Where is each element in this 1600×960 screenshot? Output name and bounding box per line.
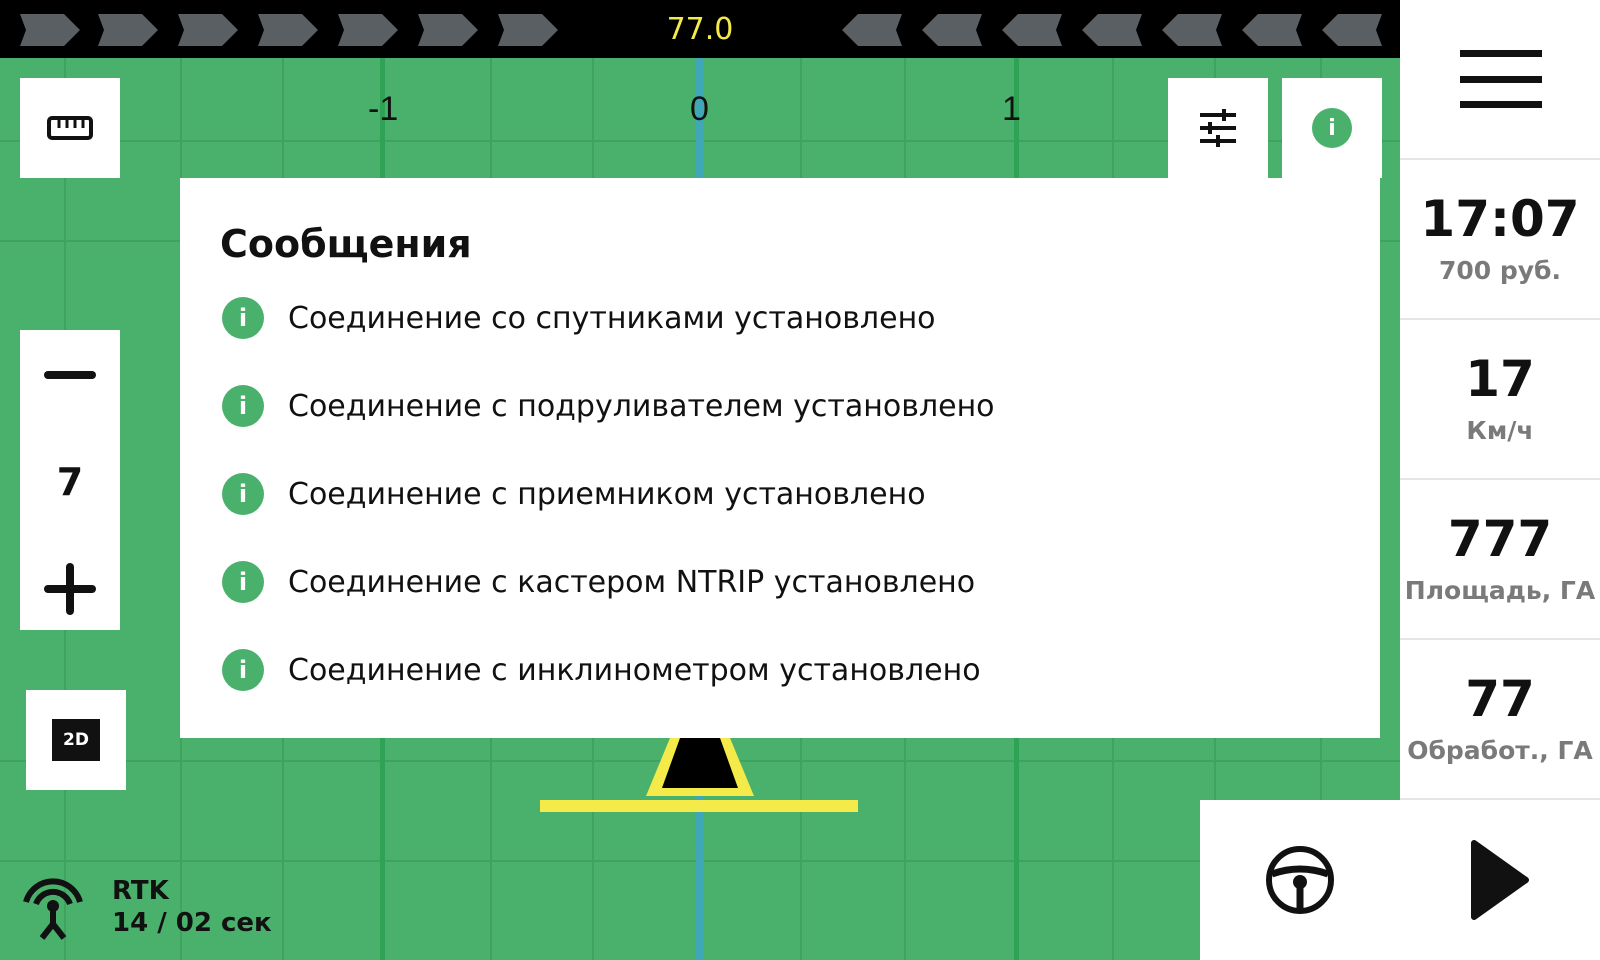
chevron-left-icon [1320, 12, 1382, 48]
gps-text: RTK 14 / 02 сек [112, 875, 272, 939]
info-button[interactable]: i [1282, 78, 1382, 178]
processed-value: 77 [1465, 670, 1535, 728]
message-text: Соединение с кастером NTRIP установлено [288, 564, 976, 600]
area-value: 777 [1447, 510, 1553, 568]
time-cell: 17:07 700 руб. [1400, 158, 1600, 318]
settings-button[interactable] [1168, 78, 1268, 178]
message-text: Соединение со спутниками установлено [288, 300, 936, 336]
chevron-right-icon [338, 12, 400, 48]
time-value: 17:07 [1420, 190, 1580, 248]
info-icon: i [1312, 108, 1352, 148]
chevron-left-icon [1240, 12, 1302, 48]
chevron-left-icon [1160, 12, 1222, 48]
scale-label: 0 [690, 90, 709, 128]
info-icon: i [222, 297, 264, 339]
area-cell: 777 Площадь, ГА [1400, 478, 1600, 638]
chevron-right-icon [20, 12, 82, 48]
processed-unit: Обработ., ГА [1407, 736, 1593, 765]
lightbar: 77.0 [0, 0, 1400, 58]
processed-cell: 77 Обработ., ГА [1400, 638, 1600, 798]
speed-value: 17 [1465, 350, 1535, 408]
antenna-icon [23, 878, 83, 940]
autosteer-button[interactable] [1200, 800, 1400, 960]
view-mode-button[interactable]: 2D [26, 690, 126, 790]
zoom-out-button[interactable] [43, 348, 97, 402]
chevron-right-icon [418, 12, 480, 48]
scale-label: 1 [1002, 90, 1021, 128]
speed-cell: 17 Км/ч [1400, 318, 1600, 478]
message-text: Соединение с инклинометром установлено [288, 652, 981, 688]
sidebar: 17:07 700 руб. 17 Км/ч 777 Площадь, ГА 7… [1400, 0, 1600, 960]
tractor-marker [540, 738, 858, 812]
message-item: i Соединение с инклинометром установлено [222, 648, 981, 692]
chevron-left-icon [1000, 12, 1062, 48]
sliders-icon [1200, 109, 1236, 147]
area-unit: Площадь, ГА [1404, 576, 1596, 605]
message-item: i Соединение с подруливателем установлен… [222, 384, 995, 428]
ruler-icon [47, 116, 93, 140]
minus-icon [44, 371, 96, 379]
messages-panel: Сообщения i Соединение со спутниками уст… [180, 178, 1380, 738]
scale-label: -1 [368, 90, 399, 128]
messages-title: Сообщения [220, 222, 472, 266]
chevron-left-icon [920, 12, 982, 48]
chevron-right-icon [98, 12, 160, 48]
hamburger-icon[interactable] [1460, 50, 1542, 108]
gps-status: RTK 14 / 02 сек [18, 872, 272, 942]
zoom-in-button[interactable] [43, 562, 97, 616]
heading-readout: 77.0 [666, 12, 734, 47]
message-item: i Соединение с приемником установлено [222, 472, 926, 516]
gps-satellites: 14 / 02 сек [112, 908, 272, 938]
zoom-level: 7 [56, 460, 84, 504]
info-icon: i [222, 473, 264, 515]
steering-wheel-icon [1266, 846, 1334, 914]
zoom-control: 7 [20, 330, 120, 630]
play-button[interactable] [1400, 798, 1600, 960]
chevron-left-icon [840, 12, 902, 48]
message-text: Соединение с подруливателем установлено [288, 388, 995, 424]
message-item: i Соединение со спутниками установлено [222, 296, 936, 340]
info-icon: i [222, 561, 264, 603]
info-icon: i [222, 649, 264, 691]
view-mode-label: 2D [52, 719, 100, 761]
app-screen: 77.0 -1 0 1 i 7 2D Сообщения i Соединени… [0, 0, 1600, 960]
message-text: Соединение с приемником установлено [288, 476, 926, 512]
price-value: 700 руб. [1438, 256, 1562, 285]
chevron-left-icon [1080, 12, 1142, 48]
info-icon: i [222, 385, 264, 427]
chevron-right-icon [178, 12, 240, 48]
ruler-button[interactable] [20, 78, 120, 178]
chevron-right-icon [498, 12, 560, 48]
chevron-right-icon [258, 12, 320, 48]
message-item: i Соединение с кастером NTRIP установлен… [222, 560, 975, 604]
speed-unit: Км/ч [1466, 416, 1534, 445]
play-icon [1471, 840, 1529, 920]
gps-mode: RTK [112, 876, 169, 906]
